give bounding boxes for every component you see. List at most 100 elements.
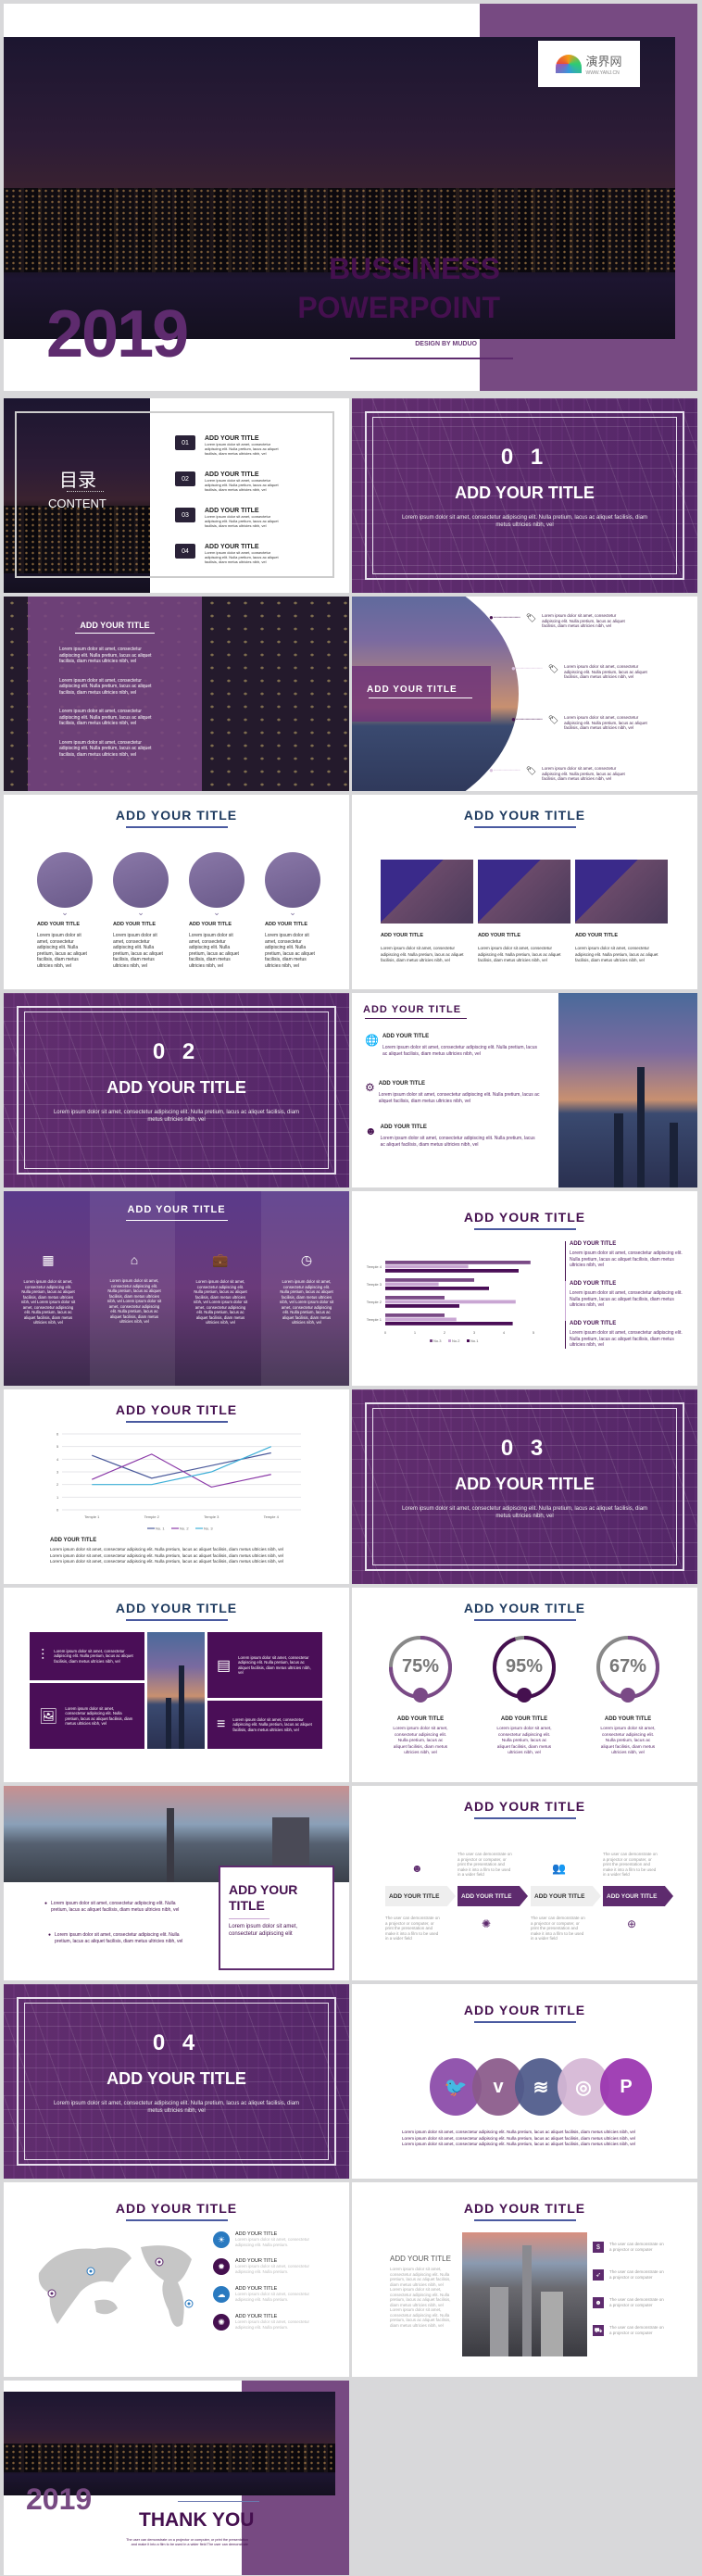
column-item[interactable]: ▦ Lorem ipsum dolor sit amet, consectetur… [20, 1252, 76, 1326]
list-item[interactable]: ☻ ADD YOUR TITLE Lorem ipsum dolor sit ame… [365, 1125, 541, 1148]
step-text: The user can demonstrate on a projector … [531, 1916, 585, 1941]
contents-item[interactable]: 04 ADD YOUR TITLE Lorem ipsum dolor sit am… [175, 544, 332, 580]
slide-world-map[interactable]: ADD YOUR TITLE ☀ ADD YOUR TITLE Lorem ipsu… [4, 2182, 349, 2377]
x-tick-label: Temple 2 [144, 1514, 160, 1519]
series-line-1 [92, 1451, 271, 1479]
step-text: The user can demonstrate on a projector … [458, 1852, 512, 1877]
ring-value: 75% [401, 1656, 440, 1677]
title-band: ADD YOUR TITLE [352, 666, 491, 722]
list-item[interactable]: ●┈┈┈┈┈┈ 🏷 Lorem ipsum dolor sit amet, cons… [511, 664, 688, 715]
y-tick-label: 2 [56, 1482, 59, 1487]
feature-box[interactable]: 🖼 Lorem ipsum dolor sit amet, consectetur… [30, 1683, 144, 1749]
weather-sun-cloud-icon: ☀ [213, 2231, 230, 2248]
feature-item: ☻ The user can demonstrate on a projector… [593, 2297, 685, 2325]
slide-section-02[interactable]: 0 2 ADD YOUR TITLE Lorem ipsum dolor sit… [4, 993, 349, 1187]
slide-section-01[interactable]: 0 1 ADD YOUR TITLE Lorem ipsum dolor sit… [352, 398, 697, 593]
circle-card[interactable]: ⌄ ADD YOUR TITLE Lorem ipsum dolor sit ame… [265, 852, 320, 969]
photo-card[interactable]: ADD YOUR TITLE Lorem ipsum dolor sit amet… [381, 860, 473, 964]
legend-label: No.2 [452, 1338, 460, 1343]
building-photo [478, 860, 570, 924]
photo-card[interactable]: ADD YOUR TITLE Lorem ipsum dolor sit amet… [478, 860, 570, 964]
building-photo [381, 860, 473, 924]
contents-heading-en: CONTENT [48, 496, 107, 510]
house-icon: ⌂ [130, 1252, 139, 1267]
cover-title-1: BUSSINESS [329, 252, 500, 285]
slide-photo-features[interactable]: ADD YOUR TITLE ADD YOUR TITLE Lorem ipsu… [352, 2182, 697, 2377]
list-item[interactable]: ●┈┈┈┈┈┈ 🏷 Lorem ipsum dolor sit amet, cons… [511, 715, 688, 766]
column-item[interactable]: ◷ Lorem ipsum dolor sit amet, consectetur… [279, 1252, 334, 1326]
list-item[interactable]: 🌐 ADD YOUR TITLE Lorem ipsum dolor sit ame… [365, 1034, 541, 1081]
column-item[interactable]: 💼 Lorem ipsum dolor sit amet, consectetur… [193, 1252, 248, 1326]
cart-icon: ⛟ [593, 2325, 604, 2336]
list-item[interactable]: ●┈┈┈┈┈┈ 🏷 Lorem ipsum dolor sit amet, cons… [489, 613, 688, 664]
y-tick-label: 4 [56, 1457, 59, 1462]
feature-box[interactable]: ≡ Lorem ipsum dolor sit amet, consectetur… [207, 1701, 322, 1749]
bullet-list: ●┈┈┈┈┈┈ 🏷 Lorem ipsum dolor sit amet, cons… [489, 613, 688, 791]
slide-icon-list-photo[interactable]: ADD YOUR TITLE 🌐 ADD YOUR TITLE Lorem ipsu… [352, 993, 697, 1187]
contents-item[interactable]: 01 ADD YOUR TITLE Lorem ipsum dolor sit am… [175, 435, 332, 471]
sun-icon: ✹ [213, 2258, 230, 2275]
bar-no2 [385, 1282, 439, 1287]
circle-card[interactable]: ⌄ ADD YOUR TITLE Lorem ipsum dolor sit ame… [189, 852, 244, 969]
logo: 演界网 WWW.YANJ.CN [538, 41, 640, 87]
slide-section-04[interactable]: 0 4 ADD YOUR TITLE Lorem ipsum dolor sit… [4, 1984, 349, 2179]
database-icon: ≡ [217, 1716, 226, 1732]
slide-line-chart[interactable]: ADD YOUR TITLE 0 1 2 3 4 5 6 Temple 1 Temple 2 Te… [4, 1389, 349, 1584]
bar-no2 [385, 1264, 469, 1269]
feature-box[interactable]: ⫶ Lorem ipsum dolor sit amet, consectetur… [30, 1632, 144, 1680]
item-title: ADD YOUR TITLE [205, 544, 259, 550]
step-arrow[interactable]: ADD YOUR TITLE [458, 1886, 528, 1906]
photo-card[interactable]: ADD YOUR TITLE Lorem ipsum dolor sit amet… [575, 860, 668, 964]
slide-section-03[interactable]: 0 3 ADD YOUR TITLE Lorem ipsum dolor sit… [352, 1389, 697, 1584]
divider [350, 358, 513, 359]
slide-thank-you[interactable]: 2019 THANK YOU The user can demonstrate … [4, 2381, 349, 2575]
column-item[interactable]: ⌂ Lorem ipsum dolor sit amet, consectetur… [107, 1252, 162, 1326]
slide-process[interactable]: ADD YOUR TITLE ☻ The user can demonstrat… [352, 1786, 697, 1980]
contents-item[interactable]: 02 ADD YOUR TITLE Lorem ipsum dolor sit am… [175, 471, 332, 508]
cursor-icon: ⊕ [627, 1917, 637, 1930]
slide-circle-photo[interactable]: ADD YOUR TITLE ●┈┈┈┈┈┈ 🏷 Lorem ipsum dolor… [352, 597, 697, 791]
bar-no1 [385, 1287, 489, 1290]
ring-value: 67% [608, 1656, 647, 1677]
city-photo [147, 1632, 205, 1749]
slide-four-circles[interactable]: ADD YOUR TITLE ⌄ ADD YOUR TITLE Lorem ipsu… [4, 795, 349, 989]
category-label: Temple 1 [367, 1317, 382, 1322]
progress-ring-card: 95% ADD YOUR TITLE Lorem ipsum dolor sit a… [491, 1634, 558, 1757]
slide-feature-boxes[interactable]: ADD YOUR TITLE ⫶ Lorem ipsum dolor sit am… [4, 1588, 349, 1782]
slide-contents[interactable]: 目录 CONTENT 01 ADD YOUR TITLE Lorem ipsum d… [4, 398, 349, 593]
x-tick-label: Temple 4 [264, 1514, 280, 1519]
pinterest-icon[interactable]: P [600, 2058, 652, 2116]
item-text: Lorem ipsum dolor sit amet, consectetur … [205, 478, 279, 492]
cover-slide[interactable]: 演界网 WWW.YANJ.CN 2019 BUSSINESS POWERPOINT… [4, 4, 697, 391]
list-item[interactable]: ⚙ ADD YOUR TITLE Lorem ipsum dolor sit ame… [365, 1081, 541, 1125]
slide-city-bullets[interactable]: ● Lorem ipsum dolor sit amet, consectetur… [4, 1786, 349, 1980]
bullet-item: ● Lorem ipsum dolor sit amet, consectetur… [44, 1901, 180, 1913]
contents-list: 01 ADD YOUR TITLE Lorem ipsum dolor sit am… [175, 435, 332, 580]
slide-bar-chart[interactable]: ADD YOUR TITLE Temple 1 Temple 2 Temple 3T… [352, 1191, 697, 1386]
chevron-down-icon: ⌄ [213, 908, 220, 917]
slide-progress-rings[interactable]: ADD YOUR TITLE 75% ADD YOUR TITLE Lorem ip… [352, 1588, 697, 1782]
title-box: ADD YOUR TITLE Lorem ipsum dolor sit ame… [219, 1866, 334, 1970]
circle-card[interactable]: ⌄ ADD YOUR TITLE Lorem ipsum dolor sit ame… [113, 852, 169, 969]
feature-box[interactable]: ▤ Lorem ipsum dolor sit amet, consectetur… [207, 1632, 322, 1698]
text-panel: ADD YOUR TITLE Lorem ipsum dolor sit ame… [28, 597, 202, 791]
contents-item[interactable]: 03 ADD YOUR TITLE Lorem ipsum dolor sit am… [175, 508, 332, 544]
map-legend-item: ✹ ADD YOUR TITLE Lorem ipsum dolor sit ame… [213, 2258, 317, 2275]
list-item[interactable]: ●┈┈┈┈┈┈ 🏷 Lorem ipsum dolor sit amet, cons… [489, 766, 688, 791]
step-arrow[interactable]: ADD YOUR TITLE [531, 1886, 601, 1906]
chevron-down-icon: ⌄ [289, 908, 296, 917]
ring-icon-badge [621, 1688, 635, 1703]
step-arrow[interactable]: ADD YOUR TITLE [603, 1886, 673, 1906]
x-tick-label: 3 [473, 1330, 476, 1335]
section-text: Lorem ipsum dolor sit amet, consectetur … [53, 2101, 300, 2114]
step-arrow[interactable]: ADD YOUR TITLE [385, 1886, 456, 1906]
bar-no3 [385, 1261, 531, 1264]
panel-title: ADD YOUR TITLE [80, 621, 150, 630]
slide-social[interactable]: ADD YOUR TITLE 🐦 v ≋ ◎ P Lorem ipsum dolor s… [352, 1984, 697, 2179]
x-tick-label: Temple 3 [204, 1514, 219, 1519]
slide-four-columns[interactable]: ADD YOUR TITLE ▦ Lorem ipsum dolor sit am… [4, 1191, 349, 1386]
circle-card[interactable]: ⌄ ADD YOUR TITLE Lorem ipsum dolor sit ame… [37, 852, 93, 969]
slide-three-photos[interactable]: ADD YOUR TITLE ADD YOUR TITLE Lorem ipsum… [352, 795, 697, 989]
slide-windows[interactable]: ADD YOUR TITLE Lorem ipsum dolor sit ame… [4, 597, 349, 791]
tag-icon: 🏷 [547, 715, 559, 724]
